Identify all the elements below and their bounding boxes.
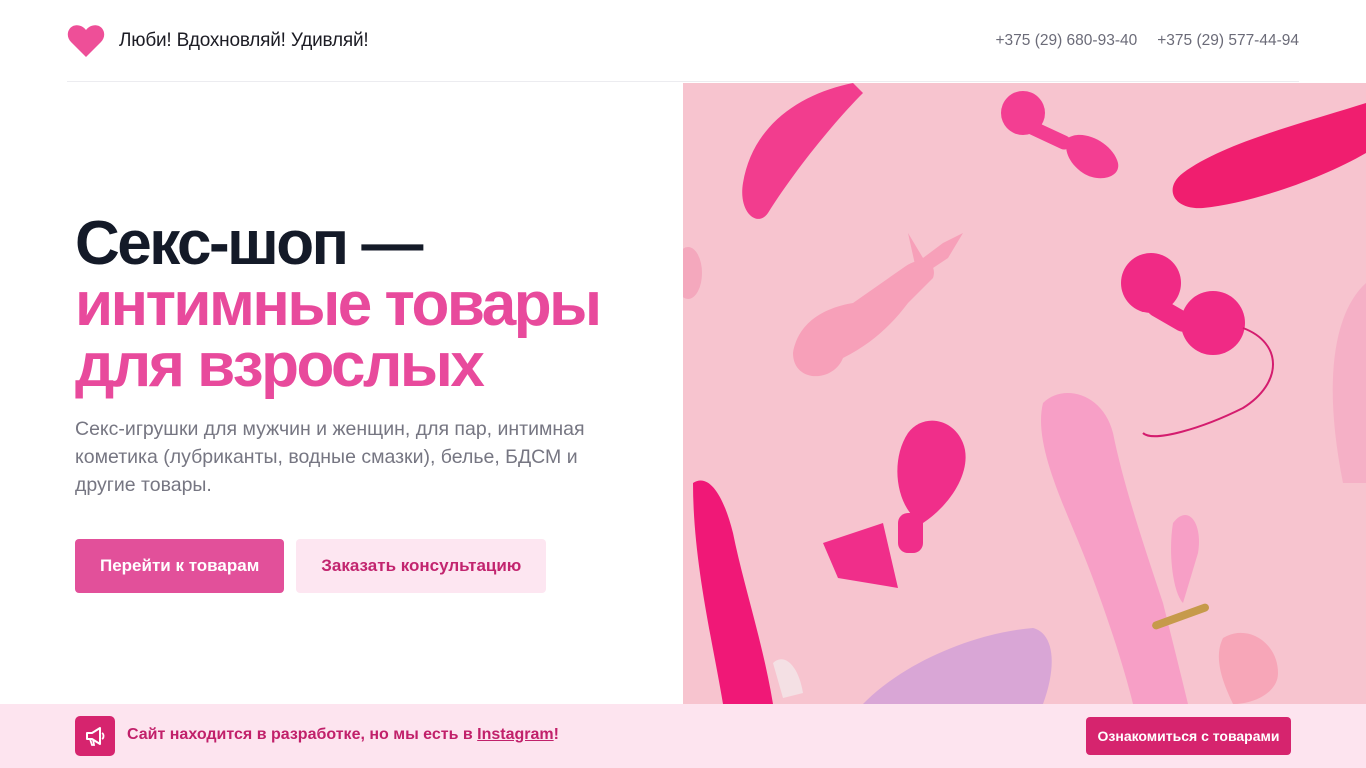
site-header: Люби! Вдохновляй! Удивляй! +375 (29) 680… <box>67 0 1299 82</box>
go-to-products-button[interactable]: Перейти к товарам <box>75 539 285 593</box>
phone-link-2[interactable]: +375 (29) 577-44-94 <box>1157 32 1299 50</box>
view-products-button[interactable]: Ознакомиться с товарами <box>1086 717 1291 755</box>
hero-title: Секс-шоп — интимные товары для взрослых <box>75 209 635 400</box>
banner-text: Сайт находится в разработке, но мы есть … <box>127 726 559 744</box>
hero-product-image <box>683 83 1366 704</box>
hero-content: Секс-шоп — интимные товары для взрослых … <box>75 213 635 593</box>
instagram-link[interactable]: Instagram <box>477 726 553 743</box>
hero-subtitle: Секс-игрушки для мужчин и женщин, для па… <box>75 418 585 496</box>
dev-notice-banner: Сайт находится в разработке, но мы есть … <box>0 704 1366 768</box>
hero-section: Секс-шоп — интимные товары для взрослых … <box>0 83 1366 704</box>
brand[interactable]: Люби! Вдохновляй! Удивляй! <box>67 22 369 60</box>
banner-text-after: ! <box>553 726 559 743</box>
hero-title-line-3: для взрослых <box>75 331 485 400</box>
banner-text-before: Сайт находится в разработке, но мы есть … <box>127 726 478 743</box>
phone-list: +375 (29) 680-93-40 +375 (29) 577-44-94 <box>995 32 1299 50</box>
brand-name: Люби! Вдохновляй! Удивляй! <box>119 29 369 51</box>
phone-link-1[interactable]: +375 (29) 680-93-40 <box>995 32 1137 50</box>
hero-buttons: Перейти к товарам Заказать консультацию <box>75 539 635 593</box>
hero-title-line-1: Секс-шоп — <box>75 209 423 278</box>
megaphone-icon <box>75 716 115 756</box>
order-consultation-button[interactable]: Заказать консультацию <box>296 539 547 593</box>
hero-title-line-2: интимные товары <box>75 270 602 339</box>
heart-icon <box>67 22 105 60</box>
